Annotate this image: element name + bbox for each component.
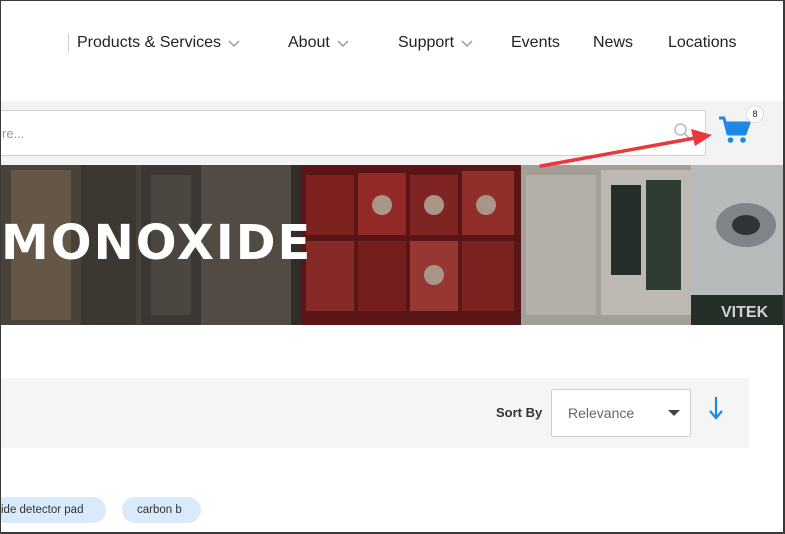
- cart-count-badge: 8: [746, 105, 764, 123]
- nav-item-support[interactable]: Support: [398, 34, 473, 52]
- search-bar-region: [1, 101, 783, 165]
- nav-item-about[interactable]: About: [288, 34, 349, 52]
- nav-item-label: Locations: [668, 34, 737, 51]
- nav-divider: [68, 34, 69, 52]
- page-title: MONOXIDE: [1, 215, 313, 271]
- nav-item-label: Support: [398, 34, 455, 51]
- nav-item-events[interactable]: Events: [511, 34, 560, 52]
- search-icon[interactable]: [673, 122, 691, 140]
- nav-item-products-services[interactable]: Products & Services: [77, 34, 240, 52]
- nav-item-label: Products & Services: [77, 34, 222, 51]
- search-chip[interactable]: carbon b: [122, 497, 201, 523]
- chip-label: ide detector pad: [1, 504, 84, 516]
- browser-viewport: Products & Services About Support Events…: [0, 0, 785, 534]
- chevron-down-icon: [461, 40, 473, 47]
- chevron-down-icon: [228, 40, 240, 47]
- results-toolbar: Sort By Relevance: [1, 378, 749, 448]
- search-input[interactable]: [2, 123, 642, 143]
- main-navigation: Products & Services About Support Events…: [1, 1, 783, 101]
- search-chip[interactable]: ide detector pad: [1, 497, 106, 523]
- nav-item-news[interactable]: News: [593, 34, 633, 52]
- arrow-down-icon[interactable]: [708, 395, 724, 421]
- chevron-down-icon: [337, 40, 349, 47]
- nav-item-label: About: [288, 34, 330, 51]
- caret-down-icon: [668, 410, 680, 416]
- sort-selected-value: Relevance: [568, 405, 635, 421]
- nav-item-label: Events: [511, 34, 560, 51]
- nav-item-locations[interactable]: Locations: [668, 34, 737, 52]
- sort-by-label: Sort By: [496, 405, 543, 420]
- sort-select[interactable]: Relevance: [551, 389, 691, 437]
- hero-banner: VITEK MONOXIDE: [1, 165, 783, 325]
- chip-label: carbon b: [137, 504, 182, 516]
- search-box: [1, 110, 706, 156]
- nav-item-label: News: [593, 34, 634, 51]
